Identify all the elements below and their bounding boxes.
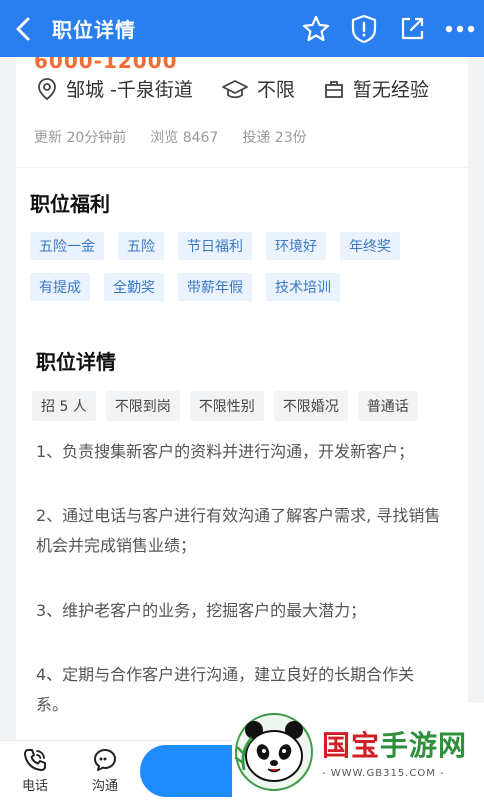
top-bar: 职位详情 — [0, 0, 484, 57]
welfare-tags-row-1: 五险一金 五险 节日福利 环境好 年终奖 — [30, 232, 414, 260]
phone-icon — [24, 749, 46, 771]
view-count: 浏览 8467 — [150, 130, 219, 146]
location-text: 邹城 -千泉街道 — [66, 79, 193, 101]
graduation-cap-icon — [222, 79, 248, 98]
welfare-tag: 年终奖 — [340, 232, 400, 260]
watermark: 国宝手游网 - WWW.GB315.COM - — [232, 703, 484, 800]
phone-button[interactable]: 电话 — [0, 747, 70, 794]
requirement-tag: 普通话 — [357, 391, 418, 421]
application-count: 投递 23份 — [242, 130, 307, 146]
duty-paragraph: 2、通过电话与客户进行有效沟通了解客户需求, 寻找销售机会并完成销售业绩； — [36, 506, 441, 555]
duty-paragraph: 3、维护老客户的业务，挖掘客户的最大潜力； — [36, 601, 367, 620]
chat-icon — [94, 749, 116, 771]
location-pin-icon — [38, 77, 56, 100]
experience-text: 暂无经验 — [352, 79, 429, 101]
page-title: 职位详情 — [52, 18, 136, 42]
education: 不限 — [221, 75, 295, 102]
duty-paragraph: 1、负责搜集新客户的资料并进行沟通，开发新客户； — [36, 442, 415, 461]
phone-label: 电话 — [21, 779, 48, 794]
welfare-tag: 全勤奖 — [104, 273, 164, 301]
briefcase-icon — [325, 80, 343, 98]
more-icon — [445, 25, 475, 32]
welfare-tag: 环境好 — [266, 232, 326, 260]
welfare-tags-row-2: 有提成 全勤奖 带薪年假 技术培训 — [30, 273, 354, 301]
location: 邹城 -千泉街道 — [36, 75, 193, 102]
back-button[interactable] — [0, 0, 46, 57]
report-icon — [351, 14, 377, 43]
chat-button[interactable]: 沟通 — [70, 747, 140, 794]
job-detail-card: 职位详情 招 5 人 不限到岗 不限性别 不限婚况 普通话 1、负责搜集新客户的… — [16, 320, 468, 740]
welfare-tag: 五险 — [118, 232, 164, 260]
panda-logo-icon — [234, 712, 313, 791]
watermark-text: 国宝手游网 - WWW.GB315.COM - — [322, 724, 467, 779]
report-button[interactable] — [340, 0, 388, 57]
star-icon — [302, 15, 330, 41]
watermark-brand: 国宝手游网 — [322, 729, 468, 762]
welfare-tag: 有提成 — [30, 273, 90, 301]
welfare-title: 职位福利 — [30, 192, 110, 216]
education-text: 不限 — [256, 79, 295, 101]
detail-title: 职位详情 — [36, 350, 116, 374]
job-meta: 邹城 -千泉街道 不限 暂无经验 — [36, 75, 457, 102]
share-button[interactable] — [388, 0, 436, 57]
favorite-button[interactable] — [292, 0, 340, 57]
job-summary-card: 6000-12000 邹城 -千泉街道 不限 暂无经验 更新 20分钟前 浏览 … — [16, 49, 468, 167]
welfare-tag: 技术培训 — [266, 273, 340, 301]
updated-time: 更新 20分钟前 — [34, 130, 127, 146]
share-icon — [401, 17, 424, 39]
welfare-tag: 节日福利 — [178, 232, 252, 260]
requirement-tag: 不限到岗 — [105, 391, 180, 421]
requirement-tag: 不限婚况 — [273, 391, 348, 421]
welfare-tag: 带薪年假 — [178, 273, 252, 301]
more-button[interactable] — [436, 0, 484, 57]
welfare-card: 职位福利 五险一金 五险 节日福利 环境好 年终奖 有提成 全勤奖 带薪年假 技… — [16, 168, 468, 320]
requirement-tag: 不限性别 — [189, 391, 264, 421]
back-icon — [16, 17, 30, 40]
requirement-tags: 招 5 人 不限到岗 不限性别 不限婚况 普通话 — [32, 391, 428, 421]
requirement-tag: 招 5 人 — [32, 391, 96, 421]
welfare-tag: 五险一金 — [30, 232, 104, 260]
chat-label: 沟通 — [91, 779, 118, 794]
watermark-url: - WWW.GB315.COM - — [322, 768, 445, 779]
job-stats: 更新 20分钟前 浏览 8467 投递 23份 — [34, 127, 331, 147]
experience: 暂无经验 — [323, 75, 429, 102]
